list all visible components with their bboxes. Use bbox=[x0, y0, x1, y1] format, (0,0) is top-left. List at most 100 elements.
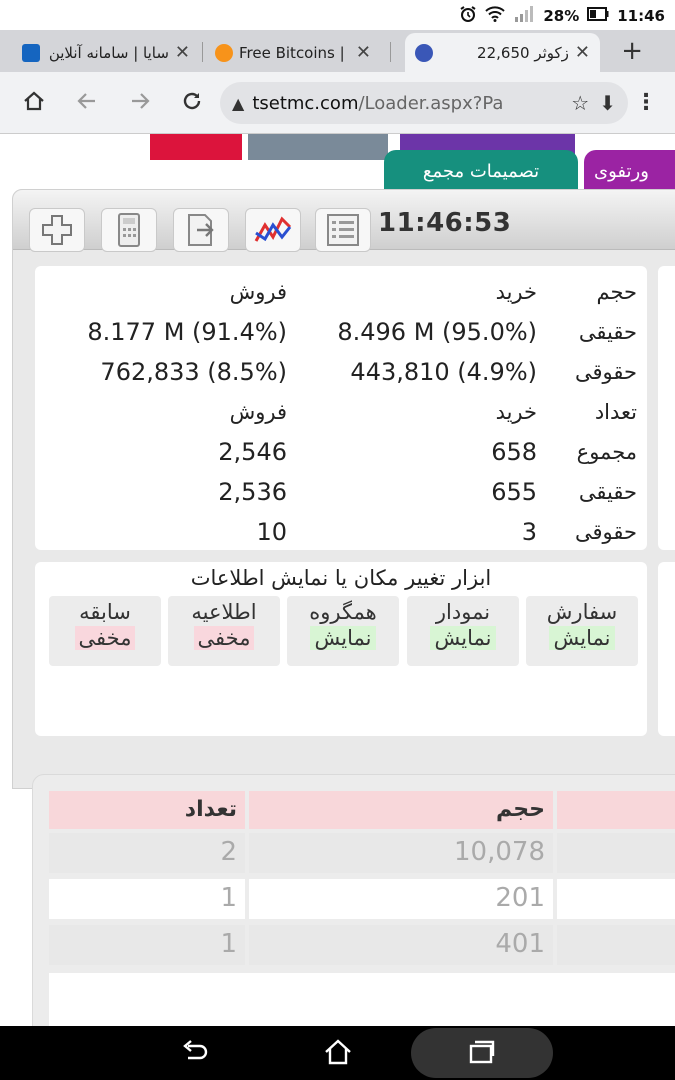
home-nav-icon[interactable] bbox=[322, 1036, 354, 1075]
side-card bbox=[658, 562, 675, 736]
table-row-extra bbox=[557, 925, 675, 965]
tab-portfolio[interactable]: ورتفوی bbox=[584, 150, 675, 192]
bookmark-star-icon[interactable]: ☆ bbox=[571, 91, 589, 115]
total-buy-count: 658 bbox=[491, 438, 537, 466]
table-row-empty bbox=[49, 973, 675, 1026]
table-row-extra bbox=[557, 879, 675, 919]
table-row-volume: 401 bbox=[249, 925, 553, 965]
option-state: نمایش bbox=[430, 626, 496, 650]
option-name: اطلاعیه bbox=[191, 600, 257, 624]
close-tab-icon[interactable]: ✕ bbox=[575, 42, 590, 63]
chart-button[interactable] bbox=[245, 208, 301, 252]
reload-icon[interactable] bbox=[180, 89, 204, 119]
new-tab-button[interactable]: + bbox=[621, 36, 643, 66]
battery-percent: 28% bbox=[543, 7, 580, 25]
table-row-extra bbox=[557, 833, 675, 873]
url-path: /Loader.aspx?Pa bbox=[358, 92, 504, 114]
volume-label: حجم bbox=[596, 280, 637, 304]
back-arrow-icon[interactable] bbox=[75, 89, 99, 119]
tab-title: سایا | سامانه آنلاین bbox=[48, 43, 169, 62]
download-icon[interactable]: ⬇ bbox=[599, 91, 616, 115]
legal-sell-volume: 762,833 (8.5%) bbox=[100, 358, 287, 386]
toggle-announcements[interactable]: اطلاعیه مخفی bbox=[168, 596, 280, 666]
url-text: tsetmc.com/Loader.aspx?Pa bbox=[252, 93, 561, 114]
back-nav-icon[interactable] bbox=[178, 1036, 210, 1075]
total-label: مجموع bbox=[576, 440, 637, 464]
alarm-icon bbox=[459, 5, 477, 27]
battery-icon bbox=[587, 7, 609, 25]
option-state: نمایش bbox=[549, 626, 615, 650]
gray-color-stripe bbox=[248, 134, 388, 160]
not-secure-warning-icon[interactable]: ▲ bbox=[232, 94, 244, 113]
tab-title: زکوثر 22,650 bbox=[477, 43, 569, 62]
count-label: تعداد bbox=[594, 400, 637, 424]
browser-menu-icon[interactable]: ⋮ bbox=[635, 90, 657, 115]
option-name: سابقه bbox=[79, 600, 131, 624]
market-clock: 11:46:53 bbox=[378, 208, 512, 238]
table-row-count: 1 bbox=[49, 879, 245, 919]
bitcoin-favicon-icon bbox=[215, 43, 233, 62]
option-state: نمایش bbox=[310, 626, 376, 650]
option-state: مخفی bbox=[193, 626, 255, 650]
orders-table: تعداد حجم 2 10,078 1 201 1 401 bbox=[32, 774, 675, 1026]
status-icons: 28% 11:46 bbox=[459, 5, 665, 27]
toggle-peer-group[interactable]: همگروه نمایش bbox=[287, 596, 399, 666]
home-icon[interactable] bbox=[22, 89, 46, 119]
buy-label: خرید bbox=[495, 280, 537, 304]
tab-free-bitcoins[interactable]: Free Bitcoins | ✕ bbox=[205, 33, 381, 72]
toggle-orders[interactable]: سفارش نمایش bbox=[526, 596, 638, 666]
tab-divider bbox=[390, 42, 391, 62]
status-time: 11:46 bbox=[617, 7, 665, 25]
plus-icon bbox=[42, 215, 72, 245]
option-name: همگروه bbox=[309, 600, 377, 624]
tsetmc-favicon-icon bbox=[415, 43, 433, 62]
col-header-count: تعداد bbox=[49, 791, 245, 829]
real-sell-volume: 8.177 M (91.4%) bbox=[87, 318, 287, 346]
table-row-volume: 201 bbox=[249, 879, 553, 919]
tab-title: Free Bitcoins | bbox=[239, 43, 345, 62]
display-options: سفارش نمایش نمودار نمایش همگروه نمایش اط… bbox=[49, 596, 639, 668]
trade-summary-card: حجم خرید فروش حقیقی 8.496 M (95.0%) 8.17… bbox=[35, 266, 647, 550]
real-label: حقیقی bbox=[578, 480, 637, 504]
tab-saya[interactable]: سایا | سامانه آنلاین ✕ bbox=[12, 33, 200, 72]
export-doc-icon bbox=[188, 214, 214, 246]
export-button[interactable] bbox=[173, 208, 229, 252]
toggle-history[interactable]: سابقه مخفی bbox=[49, 596, 161, 666]
close-tab-icon[interactable]: ✕ bbox=[356, 42, 371, 63]
tab-assembly-decisions[interactable]: تصمیمات مجمع bbox=[384, 150, 578, 192]
col-header-extra bbox=[557, 791, 675, 829]
toggle-chart[interactable]: نمودار نمایش bbox=[407, 596, 519, 666]
signal-icon bbox=[513, 6, 535, 26]
legal-buy-count: 3 bbox=[521, 518, 537, 546]
tab-zkosar[interactable]: زکوثر 22,650 ✕ bbox=[405, 33, 600, 72]
address-bar[interactable]: ▲ tsetmc.com/Loader.aspx?Pa ☆ ⬇ bbox=[220, 82, 628, 124]
calculator-icon bbox=[118, 213, 140, 247]
close-tab-icon[interactable]: ✕ bbox=[175, 42, 190, 63]
symbol-panel: 11:46:53 حجم خرید فروش حقیقی 8.496 M (95… bbox=[12, 189, 675, 789]
real-buy-volume: 8.496 M (95.0%) bbox=[337, 318, 537, 346]
sell-label: فروش bbox=[229, 400, 287, 424]
legal-label: حقوقی bbox=[575, 520, 637, 544]
saya-favicon-icon bbox=[22, 43, 40, 62]
real-label: حقیقی bbox=[578, 320, 637, 344]
table-row-count: 2 bbox=[49, 833, 245, 873]
add-button[interactable] bbox=[29, 208, 85, 252]
option-name: نمودار bbox=[435, 600, 491, 624]
calculator-button[interactable] bbox=[101, 208, 157, 252]
forward-arrow-icon[interactable] bbox=[128, 89, 152, 119]
web-page: تصمیمات مجمع ورتفوی 11:46:53 حجم خرید فر… bbox=[0, 134, 675, 1026]
display-tools-title: ابزار تغییر مکان یا نمایش اطلاعات bbox=[190, 566, 492, 590]
red-color-stripe bbox=[150, 134, 242, 160]
real-sell-count: 2,536 bbox=[218, 478, 287, 506]
panel-toolbar: 11:46:53 bbox=[13, 190, 675, 252]
list-view-button[interactable] bbox=[315, 208, 371, 252]
table-row-volume: 10,078 bbox=[249, 833, 553, 873]
system-nav-bar bbox=[0, 1026, 675, 1080]
side-card bbox=[658, 266, 675, 550]
legal-label: حقوقی bbox=[575, 360, 637, 384]
recents-nav-icon[interactable] bbox=[466, 1036, 498, 1075]
buy-label: خرید bbox=[495, 400, 537, 424]
status-bar: 28% 11:46 bbox=[0, 0, 675, 30]
legal-sell-count: 10 bbox=[256, 518, 287, 546]
display-tools-card: ابزار تغییر مکان یا نمایش اطلاعات سفارش … bbox=[35, 562, 647, 736]
